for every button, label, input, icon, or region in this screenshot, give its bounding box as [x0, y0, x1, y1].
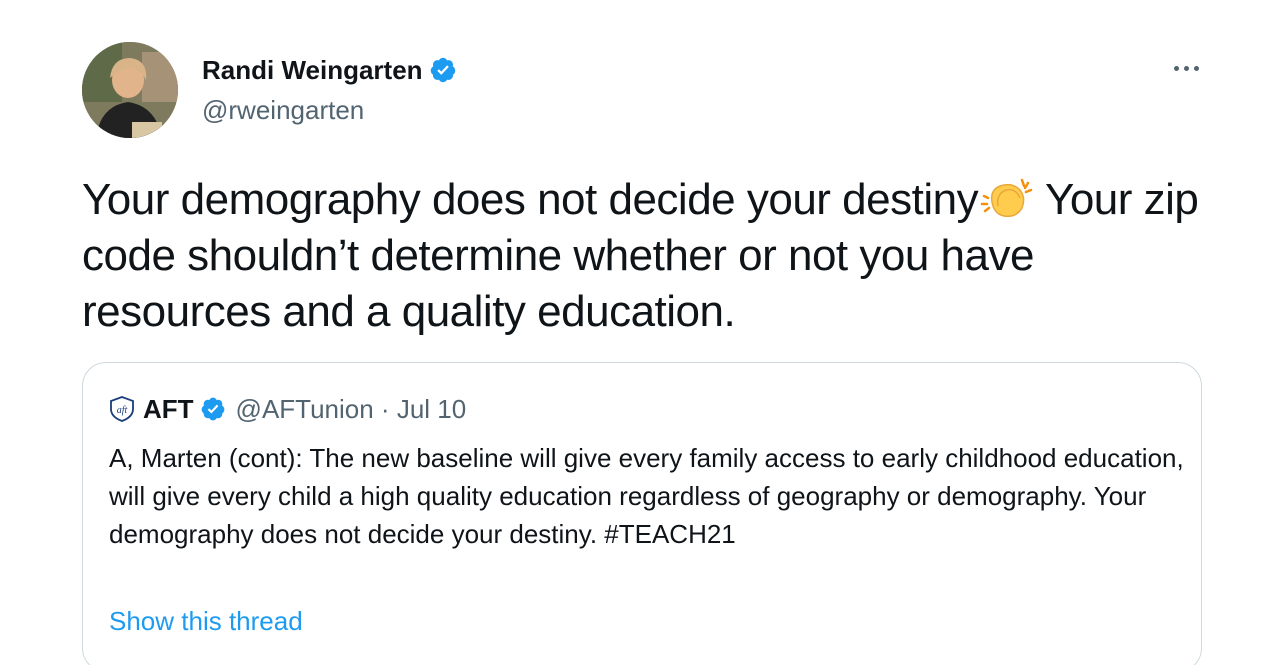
quoted-tweet-card[interactable]: aft AFT @AFTunion · Jul 10 A, Marten (co… [82, 362, 1202, 665]
more-options-button[interactable] [1166, 52, 1206, 84]
quoted-author-handle: @AFTunion [235, 394, 374, 424]
tweet-text: Your demography does not decide your des… [82, 172, 1202, 340]
quoted-tweet-text: A, Marten (cont): The new baseline will … [109, 443, 1184, 549]
show-thread-link[interactable]: Show this thread [109, 603, 303, 639]
author-name[interactable]: Randi Weingarten [202, 52, 457, 88]
quoted-tweet-date[interactable]: Jul 10 [397, 391, 466, 427]
quoted-tweet-header: aft AFT @AFTunion · Jul 10 [109, 391, 466, 427]
more-options-icon [1173, 65, 1179, 71]
verified-badge-icon [201, 397, 224, 421]
quoted-meta-separator: · [373, 394, 397, 424]
avatar-photo [82, 42, 178, 138]
aft-logo-icon: aft [110, 396, 134, 422]
verified-badge-icon [430, 57, 455, 83]
tweet-text-part1: Your demography does not decide your des… [82, 175, 979, 224]
clapping-hands-icon [980, 178, 1033, 218]
author-name-label: Randi Weingarten [202, 55, 423, 85]
more-options-icon-dot [1183, 65, 1189, 71]
quoted-author-name: AFT [143, 394, 194, 424]
author-handle[interactable]: @rweingarten [202, 92, 364, 128]
more-options-icon-dot [1193, 65, 1199, 71]
tweet: Randi Weingarten @rweingarten Your demog… [0, 0, 1284, 665]
svg-text:aft: aft [117, 405, 128, 416]
author-avatar[interactable] [82, 42, 178, 138]
